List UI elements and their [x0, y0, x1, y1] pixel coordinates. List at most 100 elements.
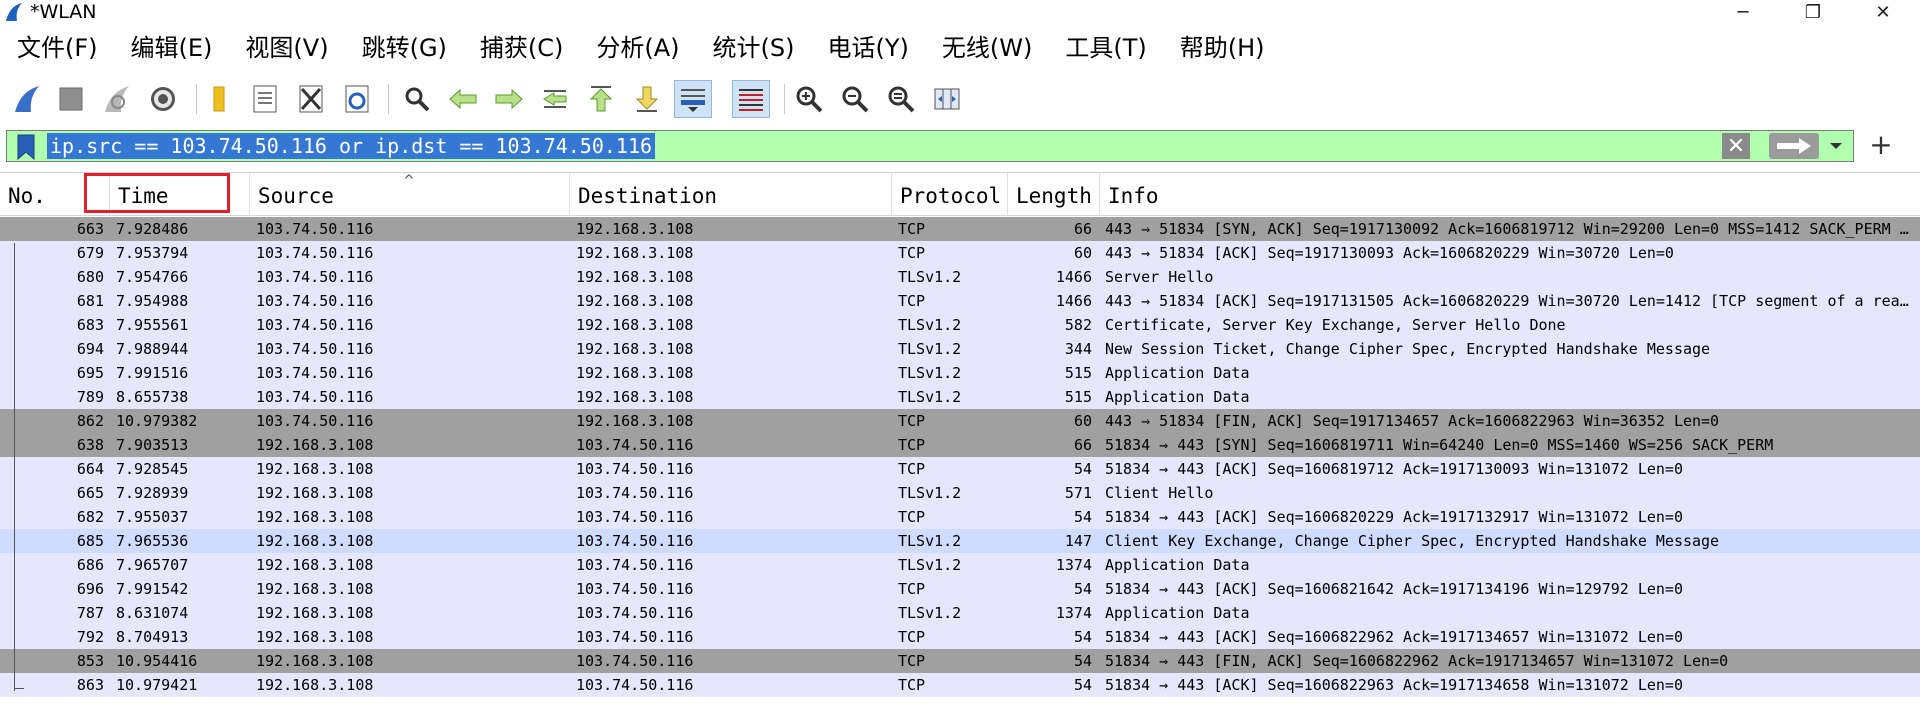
packet-destination: 192.168.3.108 [576, 244, 694, 262]
packet-number: 663 [76, 220, 104, 238]
colorize-icon[interactable] [732, 80, 770, 118]
open-file-icon[interactable] [202, 80, 240, 118]
table-row[interactable]: 696 7.991542 192.168.3.108 103.74.50.116 TCP… [0, 577, 1920, 601]
start-capture-icon[interactable] [8, 80, 46, 118]
packet-info: Client Key Exchange, Change Cipher Spec,… [1105, 532, 1720, 550]
packet-time: 7.965707 [116, 556, 189, 574]
packet-info: 51834 → 443 [FIN, ACK] Seq=1606822962 Ac… [1105, 652, 1729, 670]
packet-destination: 103.74.50.116 [576, 460, 694, 478]
packet-protocol: TLSv1.2 [898, 268, 962, 286]
table-row[interactable]: 695 7.991516 103.74.50.116 192.168.3.108 TLS… [0, 361, 1920, 385]
stop-capture-icon[interactable] [52, 80, 90, 118]
table-row[interactable]: 681 7.954988 103.74.50.116 192.168.3.108 TCP… [0, 289, 1920, 313]
menu-statistics[interactable]: 统计(S) [713, 33, 795, 63]
packet-source: 192.168.3.108 [256, 484, 374, 502]
menu-tools[interactable]: 工具(T) [1065, 33, 1146, 63]
reload-file-icon[interactable] [338, 80, 376, 118]
packet-number: 680 [76, 268, 104, 286]
table-row[interactable]: 853 10.954416 192.168.3.108 103.74.50.116 TC… [0, 649, 1920, 673]
column-header-destination[interactable]: Destination [570, 173, 892, 215]
menu-go[interactable]: 跳转(G) [362, 33, 447, 63]
menu-analyze[interactable]: 分析(A) [596, 33, 679, 63]
table-row[interactable]: 862 10.979382 103.74.50.116 192.168.3.108 TC… [0, 409, 1920, 433]
last-packet-icon[interactable] [628, 80, 666, 118]
packet-number: 696 [76, 580, 104, 598]
packet-protocol: TCP [898, 508, 926, 526]
packet-number: 853 [76, 652, 104, 670]
packet-length: 571 [1064, 484, 1092, 502]
table-row[interactable]: 680 7.954766 103.74.50.116 192.168.3.108 TLS… [0, 265, 1920, 289]
zoom-in-icon[interactable] [790, 80, 828, 118]
go-to-packet-icon[interactable] [536, 80, 574, 118]
go-back-icon[interactable] [444, 80, 482, 118]
close-window-button[interactable]: ✕ [1860, 0, 1906, 24]
table-row[interactable]: 686 7.965707 192.168.3.108 103.74.50.116 TLS… [0, 553, 1920, 577]
close-file-icon[interactable] [292, 80, 330, 118]
display-filter-input[interactable]: ip.src == 103.74.50.116 or ip.dst == 103… [47, 133, 656, 159]
restart-capture-icon[interactable] [98, 80, 136, 118]
packet-number: 664 [76, 460, 104, 478]
packet-time: 7.955561 [116, 316, 189, 334]
packet-time: 7.903513 [116, 436, 189, 454]
packet-time: 7.928545 [116, 460, 189, 478]
menu-capture[interactable]: 捕获(C) [480, 33, 563, 63]
table-row[interactable]: 694 7.988944 103.74.50.116 192.168.3.108 TLS… [0, 337, 1920, 361]
table-row[interactable]: 685 7.965536 192.168.3.108 103.74.50.116 TLS… [0, 529, 1920, 553]
packet-time: 7.953794 [116, 244, 189, 262]
auto-scroll-icon[interactable] [674, 80, 712, 118]
save-file-icon[interactable] [246, 80, 284, 118]
column-header-protocol[interactable]: Protocol [892, 173, 1008, 215]
menu-wireless[interactable]: 无线(W) [942, 33, 1032, 63]
add-filter-button[interactable]: + [1866, 130, 1896, 162]
find-packet-icon[interactable] [398, 80, 436, 118]
packet-info: Application Data [1105, 556, 1250, 574]
table-row[interactable]: 663 7.928486 103.74.50.116 192.168.3.108 TCP… [0, 217, 1920, 241]
table-row[interactable]: 638 7.903513 192.168.3.108 103.74.50.116 TCP… [0, 433, 1920, 457]
packet-list[interactable]: No. Time Source Destination Protocol Len… [0, 172, 1920, 697]
filter-bookmark-icon[interactable] [15, 134, 37, 160]
packet-info: 51834 → 443 [ACK] Seq=1606822963 Ack=191… [1105, 676, 1683, 694]
menu-file[interactable]: 文件(F) [17, 33, 98, 63]
go-forward-icon[interactable] [490, 80, 528, 118]
table-row[interactable]: 789 8.655738 103.74.50.116 192.168.3.108 TLS… [0, 385, 1920, 409]
table-row[interactable]: 792 8.704913 192.168.3.108 103.74.50.116 TCP… [0, 625, 1920, 649]
packet-time: 10.954416 [116, 652, 198, 670]
packet-length: 1466 [1055, 292, 1092, 310]
column-header-info[interactable]: Info [1100, 173, 1920, 215]
table-row[interactable]: 664 7.928545 192.168.3.108 103.74.50.116 TCP… [0, 457, 1920, 481]
packet-list-header: No. Time Source Destination Protocol Len… [0, 173, 1920, 216]
column-header-length[interactable]: Length [1008, 173, 1100, 215]
packet-info: 443 → 51834 [ACK] Seq=1917131505 Ack=160… [1105, 292, 1913, 310]
menu-edit[interactable]: 编辑(E) [131, 33, 213, 63]
apply-filter-button[interactable] [1769, 133, 1819, 159]
normal-size-icon[interactable] [882, 80, 920, 118]
packet-info: Application Data [1105, 388, 1250, 406]
packet-destination: 192.168.3.108 [576, 340, 694, 358]
packet-source: 192.168.3.108 [256, 556, 374, 574]
packet-number: 665 [76, 484, 104, 502]
menu-view[interactable]: 视图(V) [245, 33, 328, 63]
table-row[interactable]: 679 7.953794 103.74.50.116 192.168.3.108 TCP… [0, 241, 1920, 265]
packet-time: 7.928939 [116, 484, 189, 502]
table-row[interactable]: 665 7.928939 192.168.3.108 103.74.50.116 TLS… [0, 481, 1920, 505]
first-packet-icon[interactable] [582, 80, 620, 118]
clear-filter-button[interactable]: ✕ [1722, 133, 1750, 159]
table-row[interactable]: 682 7.955037 192.168.3.108 103.74.50.116 TCP… [0, 505, 1920, 529]
table-row[interactable]: 787 8.631074 192.168.3.108 103.74.50.116 TLS… [0, 601, 1920, 625]
filter-history-dropdown[interactable] [1825, 133, 1847, 159]
packet-source: 192.168.3.108 [256, 532, 374, 550]
menu-help[interactable]: 帮助(H) [1180, 33, 1265, 63]
resize-columns-icon[interactable] [928, 80, 966, 118]
packet-destination: 103.74.50.116 [576, 628, 694, 646]
zoom-out-icon[interactable] [836, 80, 874, 118]
menu-telephony[interactable]: 电话(Y) [828, 33, 909, 63]
packet-destination: 192.168.3.108 [576, 268, 694, 286]
packet-source: 192.168.3.108 [256, 508, 374, 526]
packet-info: Application Data [1105, 364, 1250, 382]
table-row[interactable]: 683 7.955561 103.74.50.116 192.168.3.108 TLS… [0, 313, 1920, 337]
packet-protocol: TCP [898, 676, 926, 694]
minimize-button[interactable]: ─ [1720, 0, 1766, 24]
table-row[interactable]: 863 10.979421 192.168.3.108 103.74.50.116 TC… [0, 673, 1920, 697]
maximize-button[interactable]: ❐ [1790, 0, 1836, 24]
capture-options-icon[interactable] [144, 80, 182, 118]
